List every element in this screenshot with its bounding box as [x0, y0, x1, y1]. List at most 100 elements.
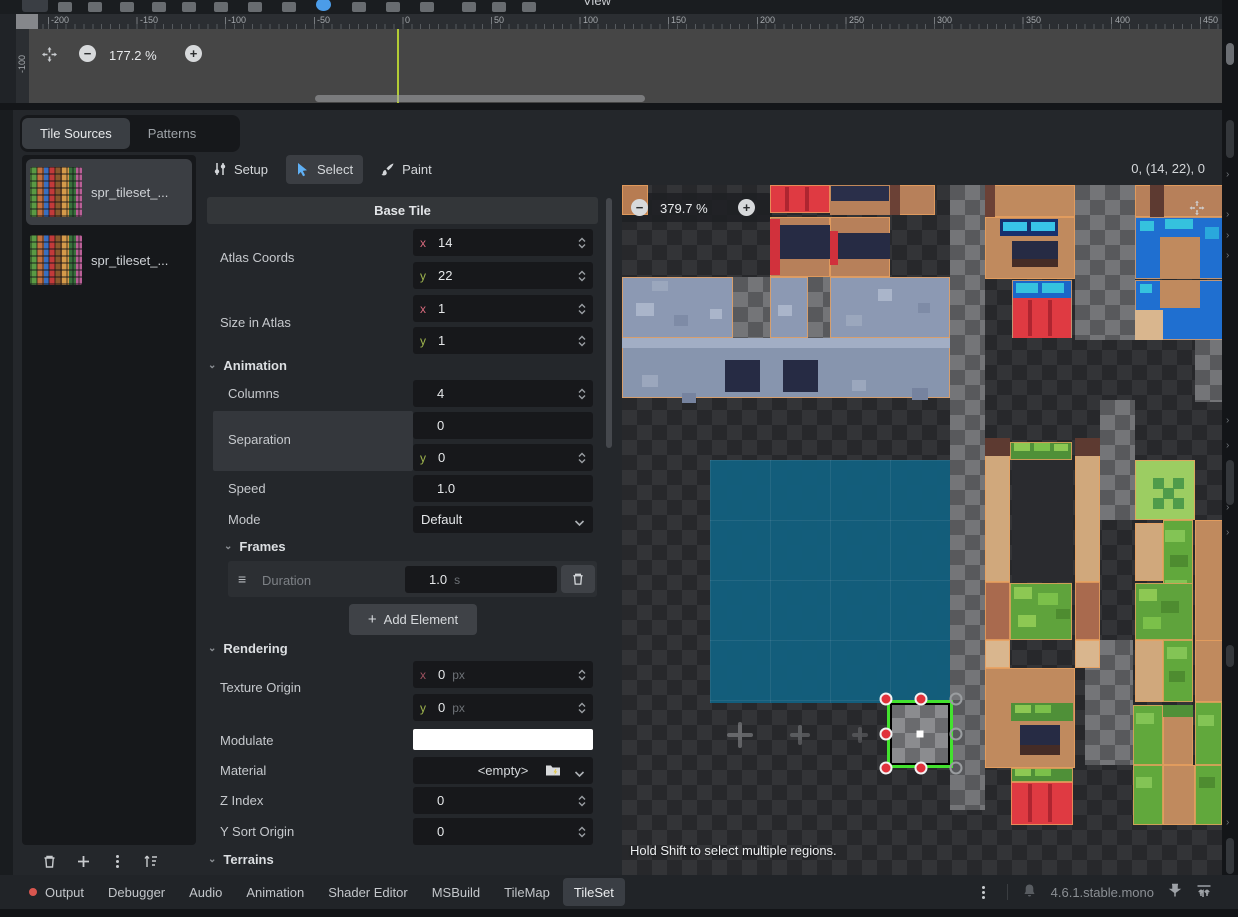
- list-item-tileset-source[interactable]: spr_tileset_...: [26, 159, 192, 225]
- quick-load-icon[interactable]: [545, 763, 561, 780]
- toolbar-icon[interactable]: [462, 2, 476, 12]
- atlas-tile[interactable]: [1195, 702, 1222, 765]
- atlas-tile[interactable]: [830, 277, 950, 338]
- zoom-out-button[interactable]: −: [79, 45, 96, 62]
- atlas-tile[interactable]: [1163, 765, 1195, 825]
- atlas-zoom-out-button[interactable]: −: [631, 199, 648, 216]
- spinner-icon[interactable]: [577, 669, 587, 681]
- viewport-horizontal-scrollbar[interactable]: [315, 95, 645, 102]
- rendering-section-header[interactable]: ⌄ Rendering: [208, 641, 288, 656]
- inspector-scrollbar[interactable]: [606, 190, 612, 870]
- add-element-button[interactable]: + Add Element: [349, 604, 477, 635]
- size-in-atlas-x-field[interactable]: x 1: [413, 295, 593, 322]
- chevron-right-icon[interactable]: ›: [1226, 170, 1229, 180]
- selection-handle[interactable]: [880, 728, 893, 741]
- separation-y-field[interactable]: y 0: [413, 444, 593, 471]
- atlas-zoom-in-button[interactable]: +: [738, 199, 755, 216]
- texture-origin-x-field[interactable]: x 0 px: [413, 661, 593, 688]
- toolbar-icon[interactable]: [522, 2, 536, 12]
- atlas-tile[interactable]: [1195, 520, 1222, 642]
- bottom-tab-tilemap[interactable]: TileMap: [493, 878, 561, 906]
- resize-handle[interactable]: [950, 693, 963, 706]
- atlas-tile[interactable]: [985, 185, 1075, 217]
- toolbar-icon[interactable]: [420, 2, 434, 12]
- more-options-icon[interactable]: [108, 852, 126, 870]
- bottom-tab-animation[interactable]: Animation: [235, 878, 315, 906]
- toolbar-icon[interactable]: [182, 2, 196, 12]
- atlas-reset-zoom-icon[interactable]: [1188, 199, 1208, 219]
- atlas-pool-tile-region[interactable]: [710, 460, 950, 703]
- toolbar-active-tool-button[interactable]: [22, 0, 48, 12]
- spinner-icon[interactable]: [577, 702, 587, 714]
- selection-handle[interactable]: [880, 762, 893, 775]
- zoom-level[interactable]: 177.2 %: [109, 48, 157, 63]
- add-source-icon[interactable]: [74, 852, 92, 870]
- bottom-tab-msbuild[interactable]: MSBuild: [421, 878, 491, 906]
- speed-field[interactable]: 1.0: [413, 475, 593, 502]
- tab-patterns[interactable]: Patterns: [130, 118, 214, 149]
- bottom-tab-debugger[interactable]: Debugger: [97, 878, 176, 906]
- atlas-coords-x-field[interactable]: x 14: [413, 229, 593, 256]
- atlas-tile[interactable]: [1135, 640, 1163, 702]
- version-label[interactable]: 4.6.1.stable.mono: [1051, 885, 1154, 900]
- zoom-in-button[interactable]: +: [185, 45, 202, 62]
- spinner-icon[interactable]: [577, 826, 587, 838]
- bottom-tab-shader-editor[interactable]: Shader Editor: [317, 878, 419, 906]
- modulate-color-swatch[interactable]: [413, 729, 593, 750]
- columns-field[interactable]: 4: [413, 380, 593, 407]
- chevron-right-icon[interactable]: ›: [1226, 210, 1229, 220]
- spinner-icon[interactable]: [577, 335, 587, 347]
- chevron-right-icon[interactable]: ›: [1226, 528, 1229, 538]
- pin-icon[interactable]: [1168, 883, 1182, 901]
- view-menu[interactable]: View: [583, 0, 611, 8]
- separation-x-field[interactable]: 0: [413, 412, 593, 439]
- atlas-tile[interactable]: [770, 185, 830, 213]
- y-sort-origin-field[interactable]: 0: [413, 818, 593, 845]
- chevron-right-icon[interactable]: ›: [1226, 416, 1229, 426]
- drag-handle-icon[interactable]: ≡: [238, 571, 246, 587]
- selection-handle[interactable]: [880, 693, 893, 706]
- spinner-icon[interactable]: [577, 452, 587, 464]
- toolbar-icon[interactable]: [88, 2, 102, 12]
- delete-frame-button[interactable]: [561, 565, 595, 593]
- bottom-tab-tileset[interactable]: TileSet: [563, 878, 625, 906]
- delete-source-icon[interactable]: [40, 852, 58, 870]
- right-dock-strip[interactable]: ›››››››››: [1222, 0, 1238, 917]
- selected-tile-outline[interactable]: [887, 700, 953, 768]
- toolbar-icon[interactable]: [386, 2, 400, 12]
- chevron-right-icon[interactable]: ›: [1226, 251, 1229, 261]
- chevron-right-icon[interactable]: ›: [1226, 503, 1229, 513]
- canvas-viewport[interactable]: − 177.2 % +: [29, 29, 1222, 105]
- chevron-right-icon[interactable]: ›: [1226, 441, 1229, 451]
- spinner-icon[interactable]: [577, 270, 587, 282]
- toolbar-icon[interactable]: [214, 2, 228, 12]
- duration-field[interactable]: 1.0 s: [405, 566, 557, 593]
- toolbar-icon[interactable]: [152, 2, 166, 12]
- size-in-atlas-y-field[interactable]: y 1: [413, 327, 593, 354]
- atlas-tile[interactable]: [1135, 523, 1163, 581]
- dock-scrollbar-thumb[interactable]: [1226, 838, 1234, 874]
- toolbar-icon[interactable]: [352, 2, 366, 12]
- atlas-tile[interactable]: [985, 438, 1010, 582]
- dock-scrollbar-thumb[interactable]: [1226, 645, 1234, 667]
- resize-handle[interactable]: [950, 762, 963, 775]
- atlas-tile[interactable]: [1195, 765, 1222, 825]
- atlas-coords-y-field[interactable]: y 22: [413, 262, 593, 289]
- atlas-tile[interactable]: [985, 640, 1010, 668]
- material-field[interactable]: <empty>: [413, 757, 593, 784]
- atlas-tile[interactable]: [1011, 782, 1073, 825]
- atlas-tile[interactable]: [1075, 582, 1100, 640]
- toolbar-icon[interactable]: [120, 2, 134, 12]
- chevron-down-icon[interactable]: [574, 766, 585, 781]
- selection-handle[interactable]: [915, 762, 928, 775]
- sort-sources-icon[interactable]: [142, 852, 160, 870]
- spinner-icon[interactable]: [577, 388, 587, 400]
- more-options-icon[interactable]: [975, 883, 993, 901]
- expand-panel-icon[interactable]: [1196, 884, 1212, 901]
- z-index-field[interactable]: 0: [413, 787, 593, 814]
- mode-dropdown[interactable]: Default: [413, 506, 593, 533]
- toolbar-icon[interactable]: [282, 2, 296, 12]
- resize-handle[interactable]: [950, 728, 963, 741]
- animation-section-header[interactable]: ⌄ Animation: [208, 358, 287, 373]
- toolbar-icon[interactable]: [248, 2, 262, 12]
